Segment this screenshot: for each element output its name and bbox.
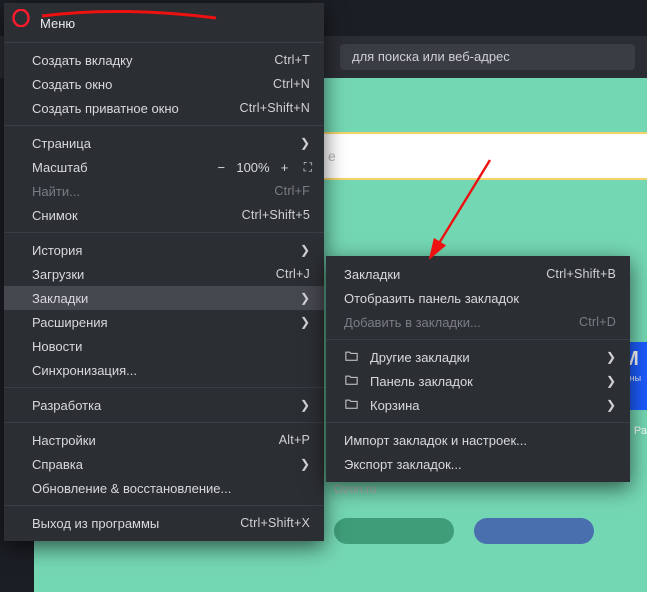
- zoom-out-button[interactable]: −: [214, 160, 228, 175]
- folder-icon: [344, 349, 359, 364]
- menu-history[interactable]: История ❯: [4, 238, 324, 262]
- bookmarks-submenu: Закладки Ctrl+Shift+B Отобразить панель …: [326, 256, 630, 482]
- submenu-import[interactable]: Импорт закладок и настроек...: [326, 428, 630, 452]
- menu-extensions[interactable]: Расширения ❯: [4, 310, 324, 334]
- submenu-show-bookmarks-bar[interactable]: Отобразить панель закладок: [326, 286, 630, 310]
- menu-header: Меню: [4, 9, 324, 37]
- menu-item-shortcut: Ctrl+F: [274, 184, 310, 198]
- menu-item-label: Страница: [32, 136, 294, 151]
- chevron-right-icon: ❯: [300, 315, 310, 329]
- menu-sync[interactable]: Синхронизация...: [4, 358, 324, 382]
- menu-item-label: Создать вкладку: [32, 53, 274, 68]
- menu-item-label: Закладки: [32, 291, 294, 306]
- menu-item-shortcut: Ctrl+D: [579, 315, 616, 329]
- menu-item-label: Добавить в закладки...: [344, 315, 579, 330]
- menu-item-label: Импорт закладок и настроек...: [344, 433, 616, 448]
- menu-find: Найти... Ctrl+F: [4, 179, 324, 203]
- tile-label-right: Ozon.ru: [334, 482, 377, 496]
- menu-separator: [4, 125, 324, 126]
- chevron-right-icon: ❯: [300, 136, 310, 150]
- folder-icon: [344, 373, 359, 388]
- menu-item-label: Создать окно: [32, 77, 273, 92]
- opera-logo-icon: [12, 9, 30, 27]
- menu-separator: [326, 339, 630, 340]
- chevron-right-icon: ❯: [606, 374, 616, 388]
- menu-title: Меню: [40, 16, 310, 31]
- chevron-right-icon: ❯: [300, 398, 310, 412]
- address-input[interactable]: для поиска или веб-адрес: [340, 44, 635, 70]
- menu-item-shortcut: Ctrl+N: [273, 77, 310, 91]
- tile-caption: Ра: [634, 425, 647, 437]
- menu-item-label: Корзина: [370, 398, 600, 413]
- menu-zoom: Масштаб − 100% + ⛶: [4, 155, 324, 179]
- menu-item-label: Создать приватное окно: [32, 101, 240, 116]
- menu-help[interactable]: Справка ❯: [4, 452, 324, 476]
- submenu-trash[interactable]: Корзина ❯: [326, 393, 630, 417]
- chevron-right-icon: ❯: [300, 457, 310, 471]
- pill-left[interactable]: [334, 518, 454, 544]
- menu-new-private-window[interactable]: Создать приватное окно Ctrl+Shift+N: [4, 96, 324, 120]
- submenu-bookmarks[interactable]: Закладки Ctrl+Shift+B: [326, 262, 630, 286]
- menu-item-shortcut: Ctrl+J: [276, 267, 310, 281]
- chevron-right-icon: ❯: [300, 243, 310, 257]
- menu-item-label: Закладки: [344, 267, 546, 282]
- menu-item-shortcut: Ctrl+Shift+N: [240, 101, 310, 115]
- menu-item-label: Другие закладки: [370, 350, 600, 365]
- menu-separator: [4, 422, 324, 423]
- menu-item-shortcut: Ctrl+Shift+B: [546, 267, 616, 281]
- menu-item-label: Загрузки: [32, 267, 276, 282]
- menu-item-label: История: [32, 243, 294, 258]
- menu-item-label: Новости: [32, 339, 310, 354]
- menu-item-label: Выход из программы: [32, 516, 240, 531]
- fullscreen-icon[interactable]: ⛶: [304, 160, 310, 175]
- menu-separator: [326, 422, 630, 423]
- menu-separator: [4, 505, 324, 506]
- menu-item-label: Панель закладок: [370, 374, 600, 389]
- menu-item-shortcut: Ctrl+T: [274, 53, 310, 67]
- menu-item-label: Экспорт закладок...: [344, 457, 616, 472]
- menu-item-label: Обновление & восстановление...: [32, 481, 310, 496]
- menu-snapshot[interactable]: Снимок Ctrl+Shift+5: [4, 203, 324, 227]
- menu-update-restore[interactable]: Обновление & восстановление...: [4, 476, 324, 500]
- folder-icon: [344, 397, 359, 412]
- menu-separator: [4, 42, 324, 43]
- submenu-export[interactable]: Экспорт закладок...: [326, 452, 630, 476]
- menu-item-label: Масштаб: [32, 160, 214, 175]
- submenu-other-bookmarks[interactable]: Другие закладки ❯: [326, 345, 630, 369]
- zoom-value: 100%: [236, 160, 269, 175]
- menu-separator: [4, 232, 324, 233]
- menu-developer[interactable]: Разработка ❯: [4, 393, 324, 417]
- menu-exit[interactable]: Выход из программы Ctrl+Shift+X: [4, 511, 324, 535]
- menu-bookmarks[interactable]: Закладки ❯: [4, 286, 324, 310]
- menu-item-label: Расширения: [32, 315, 294, 330]
- pill-right[interactable]: [474, 518, 594, 544]
- menu-item-label: Снимок: [32, 208, 242, 223]
- zoom-in-button[interactable]: +: [278, 160, 292, 175]
- menu-separator: [4, 387, 324, 388]
- menu-settings[interactable]: Настройки Alt+P: [4, 428, 324, 452]
- submenu-add-bookmark: Добавить в закладки... Ctrl+D: [326, 310, 630, 334]
- menu-page[interactable]: Страница ❯: [4, 131, 324, 155]
- menu-item-label: Найти...: [32, 184, 274, 199]
- menu-item-label: Синхронизация...: [32, 363, 310, 378]
- menu-item-shortcut: Ctrl+Shift+5: [242, 208, 310, 222]
- page-search-hint: e: [328, 148, 336, 164]
- menu-new-tab[interactable]: Создать вкладку Ctrl+T: [4, 48, 324, 72]
- menu-item-label: Отобразить панель закладок: [344, 291, 616, 306]
- chevron-right-icon: ❯: [606, 398, 616, 412]
- chevron-right-icon: ❯: [606, 350, 616, 364]
- menu-item-shortcut: Ctrl+Shift+X: [240, 516, 310, 530]
- menu-new-window[interactable]: Создать окно Ctrl+N: [4, 72, 324, 96]
- menu-item-label: Настройки: [32, 433, 279, 448]
- chevron-right-icon: ❯: [300, 291, 310, 305]
- menu-downloads[interactable]: Загрузки Ctrl+J: [4, 262, 324, 286]
- submenu-bookmarks-bar-folder[interactable]: Панель закладок ❯: [326, 369, 630, 393]
- menu-news[interactable]: Новости: [4, 334, 324, 358]
- menu-item-label: Разработка: [32, 398, 294, 413]
- opera-main-menu: Меню Создать вкладку Ctrl+T Создать окно…: [4, 3, 324, 541]
- menu-item-label: Справка: [32, 457, 294, 472]
- menu-item-shortcut: Alt+P: [279, 433, 310, 447]
